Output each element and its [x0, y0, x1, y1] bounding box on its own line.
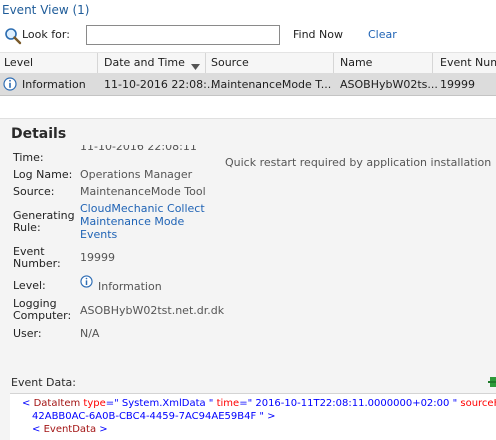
generating-rule-link-1[interactable]: CloudMechanic Collect [80, 203, 205, 215]
event-message: Quick restart required by application in… [225, 156, 492, 169]
level-label: Level: [13, 279, 46, 292]
event-data-label: Event Data: [11, 376, 76, 389]
clear-button[interactable]: Clear [368, 28, 397, 41]
time-value-clipped: 11-10-2016 22:08:11 [80, 145, 197, 153]
window-title: Event View (1) [2, 3, 90, 17]
log-name-value: Operations Manager [80, 168, 193, 181]
search-input[interactable] [86, 25, 280, 45]
log-name-label: Log Name: [13, 168, 73, 181]
cell-name: ASOBHybW02ts... [340, 78, 438, 91]
xml-line-1: < DataItem type=" System.XmlData " time=… [22, 398, 496, 409]
cell-number: 19999 [440, 78, 475, 91]
search-icon [4, 27, 22, 45]
xml-line-2: 42ABB0AC-6A0B-CBC4-4459-7AC94AE59B4F " > [32, 411, 276, 422]
event-number-value: 19999 [80, 251, 115, 264]
cell-source: MaintenanceMode T... [211, 78, 332, 91]
xml-line-3: < EventData > [32, 424, 108, 435]
copy-icon[interactable] [488, 376, 496, 388]
table-row[interactable]: Information 11-10-2016 22:08:... Mainten… [0, 73, 496, 96]
user-label: User: [13, 327, 42, 340]
sort-desc-icon[interactable] [191, 60, 200, 73]
table-header: Level Date and Time Source Name Event Nu… [0, 52, 496, 74]
logging-computer-label-2: Computer: [13, 309, 72, 322]
generating-rule-link-3[interactable]: Events [80, 229, 117, 241]
event-data-xml: < DataItem type=" System.XmlData " time=… [10, 393, 496, 440]
logging-computer-value: ASOBHybW02tst.net.dr.dk [80, 304, 225, 317]
event-number-label-2: Number: [13, 257, 61, 270]
details-heading: Details [11, 126, 67, 142]
generating-rule-link-2[interactable]: Maintenance Mode [80, 216, 184, 228]
user-value: N/A [80, 327, 100, 340]
level-value: Information [98, 280, 162, 293]
column-name[interactable]: Name [340, 56, 372, 69]
generating-rule-label-2: Rule: [13, 221, 41, 234]
cell-level: Information [22, 78, 86, 91]
column-level[interactable]: Level [4, 56, 33, 69]
column-event-number[interactable]: Event Numb [440, 56, 496, 69]
look-for-label: Look for: [22, 28, 70, 41]
find-now-button[interactable]: Find Now [293, 28, 343, 41]
cell-date: 11-10-2016 22:08:... [104, 78, 218, 91]
column-date-time[interactable]: Date and Time [104, 56, 185, 69]
source-label: Source: [13, 185, 55, 198]
source-value: MaintenanceMode Tool [80, 185, 206, 198]
table-empty-area [0, 96, 496, 118]
column-source[interactable]: Source [211, 56, 249, 69]
info-icon [3, 77, 17, 94]
info-icon [80, 275, 93, 291]
time-label: Time: [13, 151, 44, 164]
